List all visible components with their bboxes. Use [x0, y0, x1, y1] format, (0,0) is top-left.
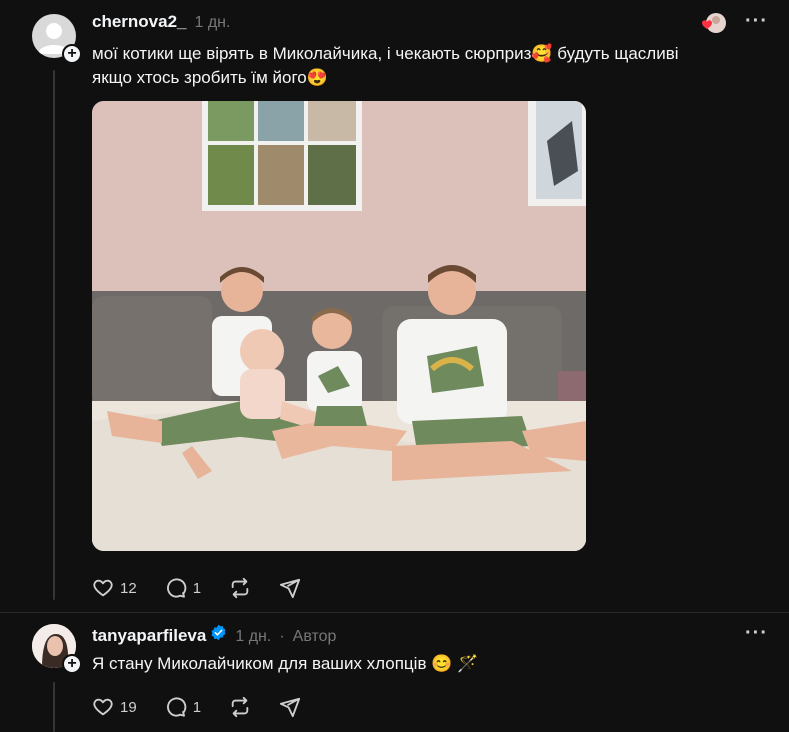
share-icon — [279, 578, 301, 599]
post-actions: 12 1 — [92, 577, 329, 599]
separator: · — [279, 628, 285, 645]
like-count: 19 — [120, 698, 137, 716]
heart-icon — [93, 698, 113, 716]
follow-plus-icon[interactable]: + — [62, 44, 82, 64]
more-options-icon[interactable]: ··· — [745, 622, 768, 645]
post-photo[interactable] — [92, 101, 586, 551]
post-time[interactable]: 1 дн. — [235, 628, 271, 646]
thread-line — [53, 70, 55, 600]
avatar[interactable]: + — [32, 14, 82, 64]
author-label: Автор — [292, 628, 337, 645]
share-button[interactable] — [279, 696, 301, 718]
post-1: + chernova2_ 1 дн. ··· мої котики ще вір… — [0, 0, 789, 612]
username[interactable]: tanyaparfileva — [92, 626, 206, 646]
share-button[interactable] — [279, 577, 301, 599]
avatar[interactable]: + — [32, 624, 82, 674]
comment-button[interactable]: 1 — [165, 577, 201, 599]
comment-icon — [166, 697, 186, 717]
comment-count: 1 — [192, 698, 202, 716]
post-header: tanyaparfileva 1 дн. · Автор — [92, 624, 336, 646]
thread-line — [53, 682, 55, 732]
post-header: chernova2_ 1 дн. — [92, 12, 230, 32]
like-button[interactable]: 19 — [92, 696, 137, 718]
verified-icon — [211, 624, 226, 641]
comment-icon — [166, 578, 186, 598]
username[interactable]: chernova2_ — [92, 12, 187, 32]
comment-count: 1 — [192, 579, 202, 597]
share-icon — [279, 697, 301, 718]
post-2: + tanyaparfileva 1 дн. · Автор ··· Я ста… — [0, 612, 789, 732]
follow-plus-icon[interactable]: + — [62, 654, 82, 674]
comment-button[interactable]: 1 — [165, 696, 201, 718]
like-count: 12 — [120, 579, 137, 597]
post-time[interactable]: 1 дн. — [195, 14, 231, 32]
more-options-icon[interactable]: ··· — [745, 10, 768, 33]
repost-icon — [231, 696, 249, 718]
post-text: мої котики ще вірять в Миколайчика, і че… — [92, 44, 679, 87]
repost-button[interactable] — [229, 577, 251, 599]
like-button[interactable]: 12 — [92, 577, 137, 599]
repost-icon — [231, 577, 249, 599]
post-text: Я стану Миколайчиком для ваших хлопців 😊… — [92, 654, 479, 673]
reactions-mini[interactable] — [700, 11, 726, 35]
repost-button[interactable] — [229, 696, 251, 718]
heart-icon — [93, 579, 113, 597]
post-actions: 19 1 — [92, 696, 329, 718]
